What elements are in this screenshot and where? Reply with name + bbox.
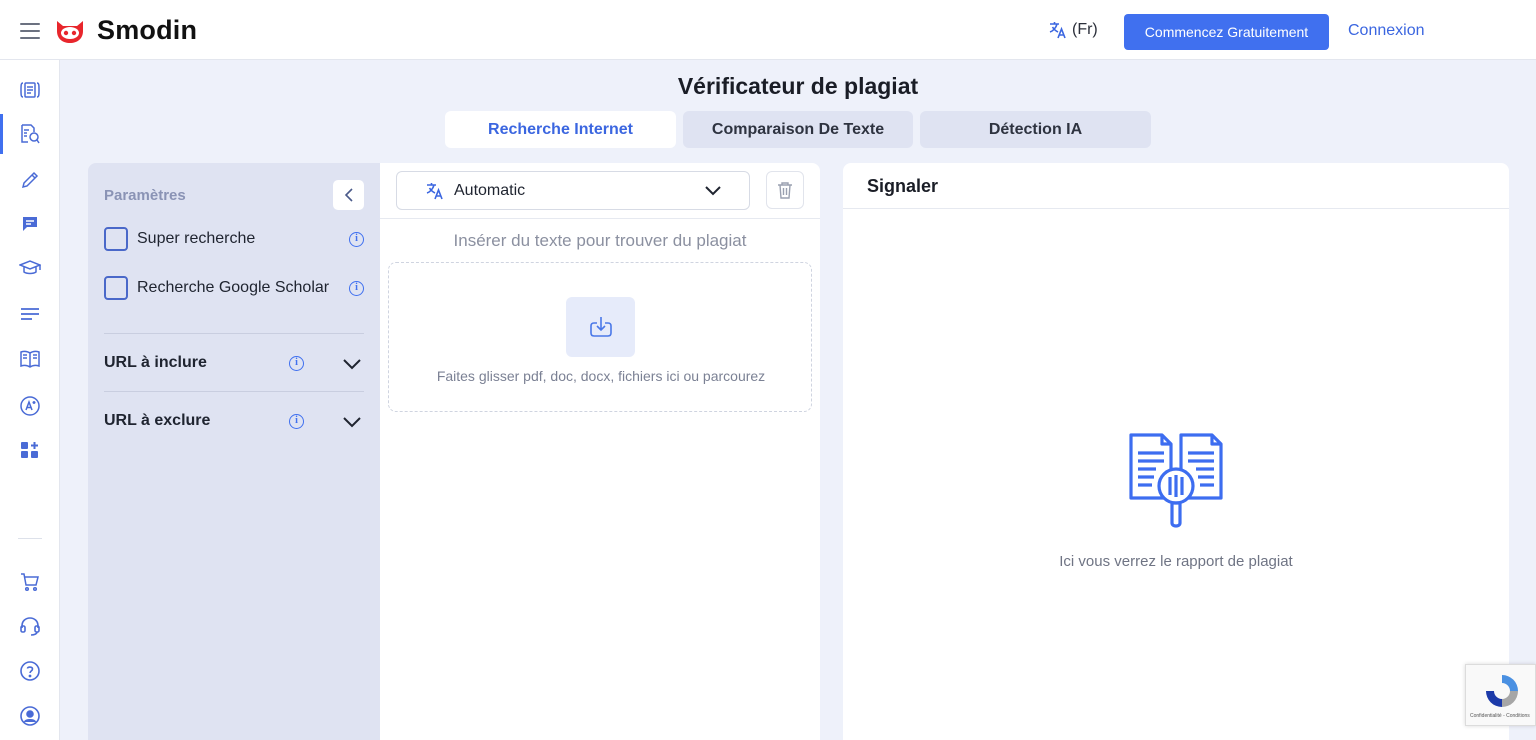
pencil-icon bbox=[21, 171, 39, 189]
user-icon bbox=[20, 706, 40, 726]
report-panel: Signaler Ici vous verrez le rapport de p… bbox=[843, 163, 1509, 740]
input-language-value: Automatic bbox=[454, 182, 526, 199]
sidebar-divider bbox=[18, 538, 42, 539]
collapse-settings-button[interactable] bbox=[333, 180, 364, 210]
trash-icon bbox=[778, 182, 792, 199]
sidebar-item-writer[interactable] bbox=[0, 294, 60, 334]
info-icon[interactable]: i bbox=[349, 232, 364, 247]
info-icon[interactable]: i bbox=[289, 414, 304, 429]
top-bar: Smodin (Fr) Commencez Gratuitement Conne… bbox=[0, 0, 1536, 60]
recaptcha-footer[interactable]: Confidentialité - Conditions bbox=[1470, 713, 1534, 719]
tab-ai-detection[interactable]: Détection IA bbox=[920, 111, 1151, 148]
language-switcher[interactable]: (Fr) bbox=[1048, 20, 1098, 40]
login-link[interactable]: Connexion bbox=[1348, 22, 1425, 40]
sidebar-item-support[interactable] bbox=[0, 606, 60, 646]
translate-icon bbox=[426, 183, 443, 200]
report-title: Signaler bbox=[867, 176, 939, 196]
dropzone-text: Faites glisser pdf, doc, docx, fichiers … bbox=[436, 368, 766, 384]
start-free-button[interactable]: Commencez Gratuitement bbox=[1124, 14, 1329, 50]
sidebar-item-summarizer[interactable] bbox=[0, 70, 60, 110]
upload-button[interactable] bbox=[566, 297, 635, 357]
text-input-panel: Automatic Insérer du texte pour trouver … bbox=[380, 163, 820, 740]
recaptcha-icon bbox=[1486, 675, 1518, 707]
input-language-select[interactable]: Automatic bbox=[396, 171, 750, 210]
chat-icon bbox=[23, 217, 37, 231]
option-google-scholar[interactable]: Recherche Google Scholar bbox=[104, 276, 364, 300]
graduation-cap-icon bbox=[19, 260, 41, 275]
info-icon[interactable]: i bbox=[289, 356, 304, 371]
book-icon bbox=[20, 350, 40, 368]
google-scholar-label: Recherche Google Scholar bbox=[137, 279, 330, 296]
sidebar-item-ai-grader[interactable] bbox=[0, 386, 60, 426]
cart-icon bbox=[21, 573, 39, 592]
option-super-search[interactable]: Super recherche bbox=[104, 227, 364, 251]
tab-text-comparison[interactable]: Comparaison De Texte bbox=[683, 111, 913, 148]
super-search-label: Super recherche bbox=[137, 230, 256, 247]
file-dropzone[interactable]: Faites glisser pdf, doc, docx, fichiers … bbox=[388, 262, 812, 412]
sidebar-item-account[interactable] bbox=[0, 696, 60, 736]
url-include-toggle[interactable]: URL à inclure bbox=[104, 354, 207, 372]
translate-icon bbox=[1049, 22, 1066, 39]
settings-divider bbox=[104, 333, 364, 334]
editor-divider bbox=[380, 218, 820, 219]
sidebar-item-academic[interactable] bbox=[0, 248, 60, 288]
page-title: Vérificateur de plagiat bbox=[677, 73, 919, 99]
text-lines-icon bbox=[21, 308, 39, 320]
sidebar-item-reader[interactable] bbox=[0, 339, 60, 379]
settings-panel: Paramètres Super recherche i Recherche G… bbox=[88, 163, 380, 740]
sidebar-item-chat[interactable] bbox=[0, 204, 60, 244]
report-divider bbox=[843, 208, 1509, 209]
apps-add-icon bbox=[21, 442, 38, 458]
help-icon bbox=[20, 661, 40, 681]
google-scholar-checkbox[interactable] bbox=[104, 276, 128, 300]
info-icon[interactable]: i bbox=[349, 281, 364, 296]
text-input-area[interactable]: Insérer du texte pour trouver du plagiat bbox=[380, 231, 820, 251]
sidebar-item-more-tools[interactable] bbox=[0, 430, 60, 470]
download-tray-icon bbox=[589, 317, 612, 337]
chevron-down-icon bbox=[705, 186, 721, 196]
headset-icon bbox=[20, 617, 40, 636]
chevron-down-icon[interactable] bbox=[342, 416, 362, 428]
document-brackets-icon bbox=[20, 82, 40, 98]
super-search-checkbox[interactable] bbox=[104, 227, 128, 251]
sidebar bbox=[0, 60, 60, 740]
language-label: (Fr) bbox=[1072, 21, 1098, 38]
plagiarism-report-illustration-icon bbox=[1129, 433, 1223, 528]
chevron-left-icon bbox=[344, 188, 353, 202]
recaptcha-badge[interactable]: Confidentialité - Conditions bbox=[1465, 664, 1536, 726]
chevron-down-icon[interactable] bbox=[342, 358, 362, 370]
ai-badge-icon bbox=[20, 396, 40, 416]
sidebar-item-plagiarism[interactable] bbox=[0, 114, 60, 154]
settings-divider bbox=[104, 391, 364, 392]
smodin-logo-icon bbox=[57, 21, 83, 43]
clear-text-button[interactable] bbox=[766, 171, 804, 209]
report-empty-text: Ici vous verrez le rapport de plagiat bbox=[1059, 553, 1293, 570]
sidebar-item-cart[interactable] bbox=[0, 562, 60, 602]
menu-icon[interactable] bbox=[20, 23, 40, 39]
sidebar-item-help[interactable] bbox=[0, 651, 60, 691]
url-exclude-toggle[interactable]: URL à exclure bbox=[104, 412, 210, 430]
settings-title: Paramètres bbox=[104, 187, 186, 204]
brand-name[interactable]: Smodin bbox=[97, 15, 197, 46]
tab-internet-search[interactable]: Recherche Internet bbox=[445, 111, 676, 148]
sidebar-item-rewriter[interactable] bbox=[0, 160, 60, 200]
plagiarism-search-icon bbox=[21, 124, 40, 144]
